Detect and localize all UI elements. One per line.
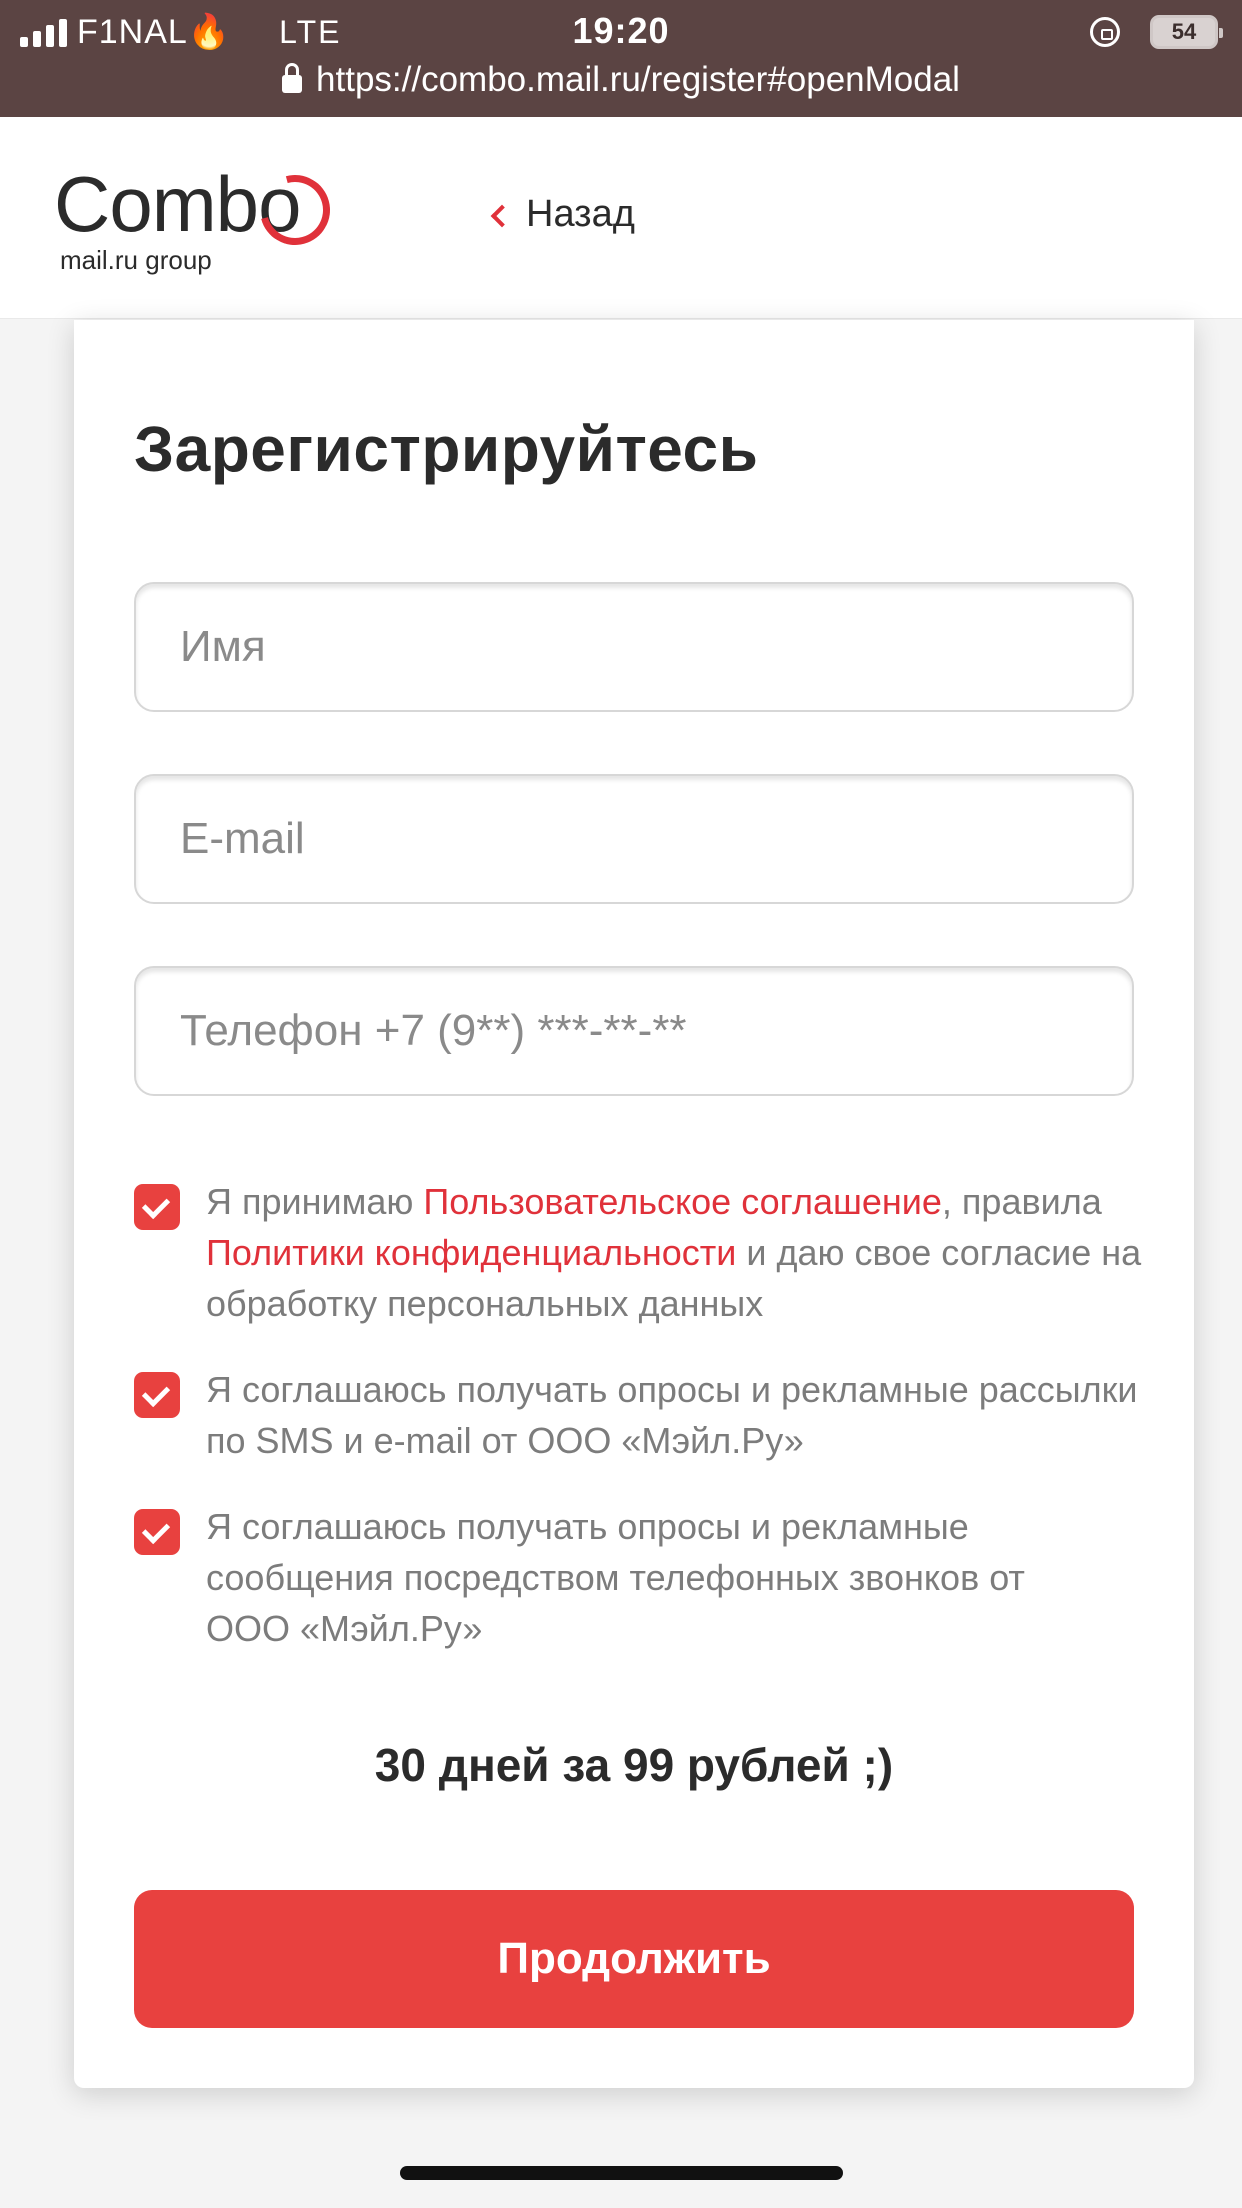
back-label: Назад: [526, 193, 635, 235]
consent-phone-calls: Я соглашаюсь получать опросы и рекламные…: [134, 1501, 1144, 1654]
page-title: Зарегистрируйтесь: [134, 413, 759, 485]
battery-level: 54: [1171, 19, 1197, 44]
address-bar[interactable]: https://combo.mail.ru/register#openModal: [0, 58, 1242, 102]
promo-text: 30 дней за 99 рублей ;): [374, 1739, 894, 1791]
agreement-text: Я принимаю Пользовательское соглашение, …: [206, 1176, 1144, 1329]
privacy-policy-link[interactable]: Политики конфиденциальности: [206, 1232, 736, 1273]
back-link[interactable]: Назад: [490, 193, 635, 236]
consent-agreement: Я принимаю Пользовательское соглашение, …: [134, 1176, 1144, 1329]
status-time: 19:20: [572, 10, 670, 51]
consent-sms-email: Я соглашаюсь получать опросы и рекламные…: [134, 1364, 1144, 1466]
chevron-left-icon: [490, 204, 514, 227]
status-bar: F1NAL🔥 LTE 19:20 54 https://combo.mail.r…: [0, 0, 1242, 117]
combo-logo[interactable]: Combo mail.ru group: [54, 162, 343, 275]
rotation-lock-icon: [1090, 17, 1120, 47]
phone-field-wrapper: [134, 966, 1134, 1096]
phone-calls-text: Я соглашаюсь получать опросы и рекламные…: [206, 1506, 1025, 1649]
status-right: 54: [1090, 12, 1223, 52]
lock-icon: [282, 63, 303, 93]
registration-card: Зарегистрируйтесь Я принимаю Пользовател…: [74, 320, 1194, 2088]
email-input[interactable]: [136, 776, 1132, 902]
continue-button[interactable]: Продолжить: [134, 1890, 1134, 2028]
agreement-text-2: , правила: [941, 1181, 1102, 1222]
sms-email-checkbox[interactable]: [134, 1372, 180, 1418]
phone-calls-checkbox[interactable]: [134, 1509, 180, 1555]
site-header: Combo mail.ru group Назад: [0, 117, 1242, 319]
agreement-checkbox[interactable]: [134, 1184, 180, 1230]
email-field-wrapper: [134, 774, 1134, 904]
battery-icon: 54: [1150, 15, 1223, 49]
home-indicator[interactable]: [400, 2166, 843, 2180]
url-text: https://combo.mail.ru/register#openModal: [316, 60, 960, 99]
user-agreement-link[interactable]: Пользовательское соглашение: [423, 1181, 942, 1222]
name-input[interactable]: [136, 584, 1132, 710]
phone-input[interactable]: [136, 968, 1132, 1094]
agreement-text-1: Я принимаю: [206, 1181, 424, 1222]
name-field-wrapper: [134, 582, 1134, 712]
logo-subtext: mail.ru group: [60, 245, 212, 275]
sms-email-text: Я соглашаюсь получать опросы и рекламные…: [206, 1369, 1138, 1461]
